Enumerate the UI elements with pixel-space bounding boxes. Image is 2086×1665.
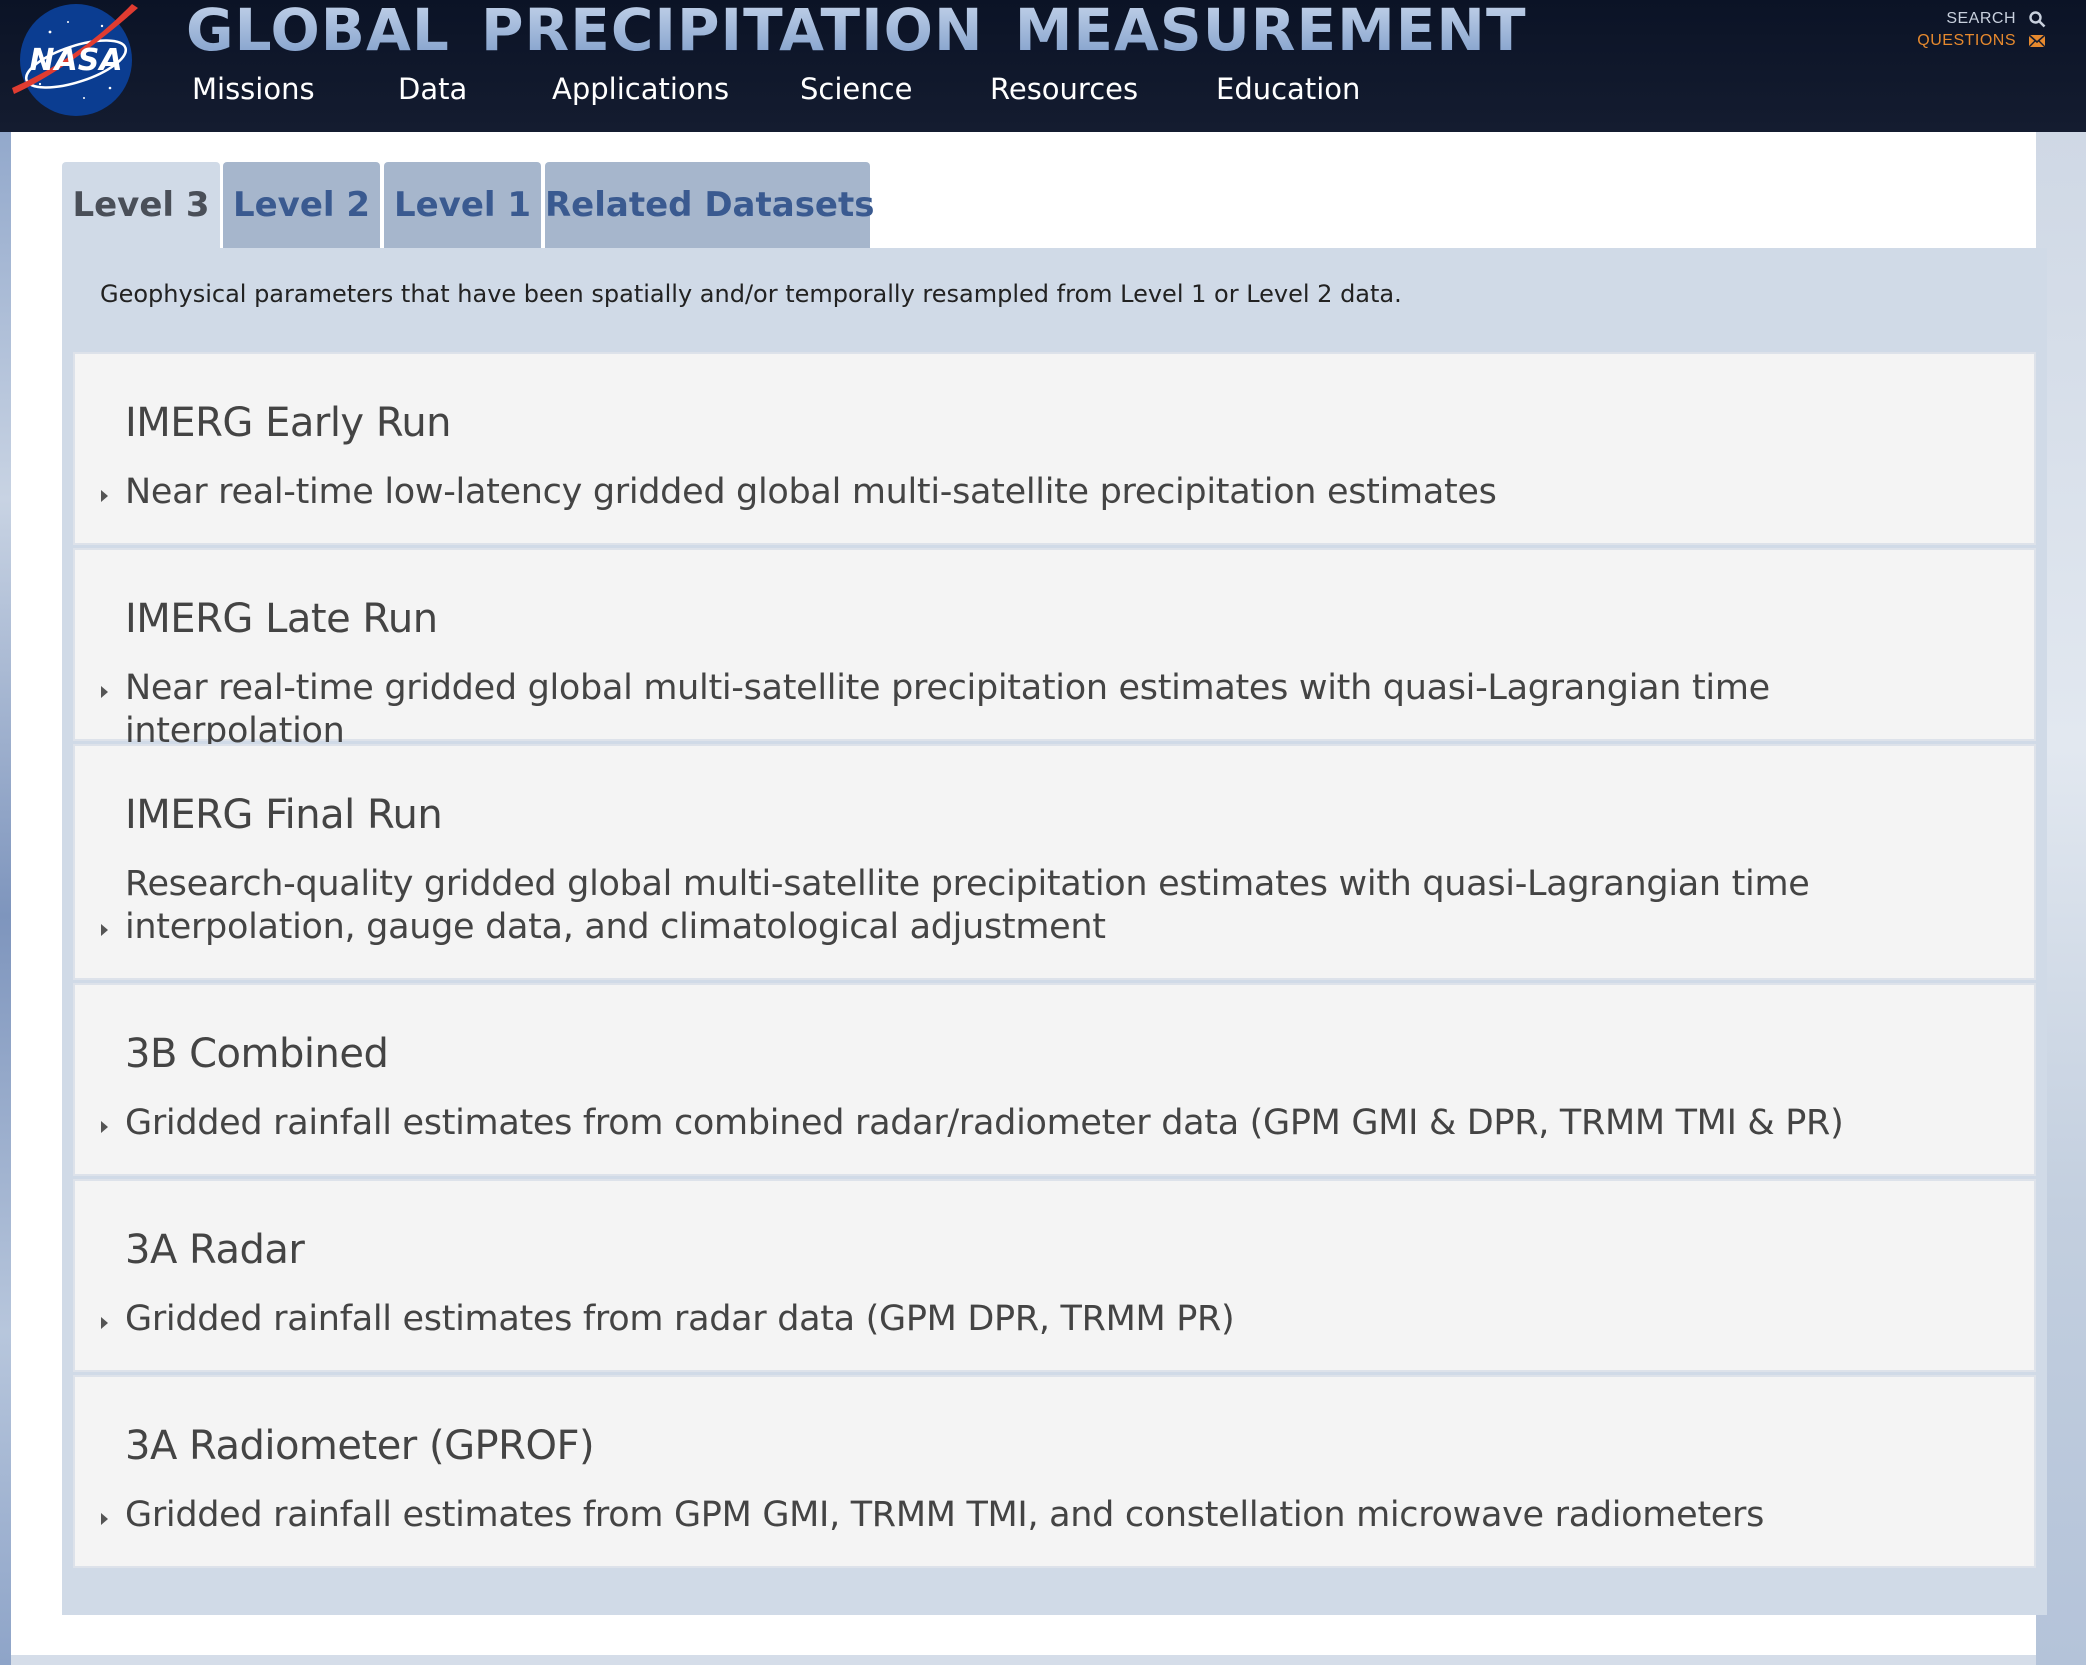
caret-right-icon — [101, 490, 108, 502]
dataset-title: IMERG Late Run — [125, 596, 438, 642]
caret-right-icon — [101, 1513, 108, 1525]
caret-right-icon — [101, 924, 108, 936]
site-header: NASA GLOBAL PRECIPITATION MEASUREMENT Mi… — [0, 0, 2086, 132]
dataset-title: 3A Radiometer (GPROF) — [125, 1423, 595, 1469]
tab-intro-text: Geophysical parameters that have been sp… — [100, 280, 1402, 308]
dataset-description: Gridded rainfall estimates from combined… — [125, 1103, 1844, 1143]
nav-education[interactable]: Education — [1216, 72, 1360, 106]
dataset-card-3a-radar[interactable]: 3A Radar Gridded rainfall estimates from… — [73, 1179, 2036, 1372]
dataset-card-imerg-final[interactable]: IMERG Final Run Research-quality gridded… — [73, 744, 2036, 980]
dataset-card-imerg-late[interactable]: IMERG Late Run Near real-time gridded gl… — [73, 548, 2036, 751]
search-label: SEARCH — [1946, 10, 2016, 27]
nav-science[interactable]: Science — [800, 72, 912, 106]
dataset-title: 3A Radar — [125, 1227, 305, 1273]
nav-resources[interactable]: Resources — [990, 72, 1138, 106]
caret-right-icon — [101, 1121, 108, 1133]
nav-missions[interactable]: Missions — [192, 72, 315, 106]
nasa-logo[interactable]: NASA — [10, 2, 140, 118]
nav-data[interactable]: Data — [398, 72, 467, 106]
dataset-description: Gridded rainfall estimates from radar da… — [125, 1299, 1235, 1339]
nasa-logo-text: NASA — [29, 43, 122, 78]
search-icon — [2029, 11, 2046, 28]
tab-level-1[interactable]: Level 1 — [384, 162, 541, 248]
dataset-card-imerg-early[interactable]: IMERG Early Run Near real-time low-laten… — [73, 352, 2036, 545]
dataset-title: 3B Combined — [125, 1031, 389, 1077]
dataset-description: Gridded rainfall estimates from GPM GMI,… — [125, 1495, 1765, 1535]
mail-icon — [2028, 34, 2046, 48]
dataset-description: Near real-time gridded global multi-sate… — [125, 668, 1770, 751]
tab-panel-level-3: Geophysical parameters that have been sp… — [62, 248, 2047, 1615]
dataset-description: Near real-time low-latency gridded globa… — [125, 472, 1497, 512]
caret-right-icon — [101, 1317, 108, 1329]
dataset-title: IMERG Final Run — [125, 792, 443, 838]
dataset-card-3b-combined[interactable]: 3B Combined Gridded rainfall estimates f… — [73, 983, 2036, 1176]
questions-link[interactable]: QUESTIONS — [1917, 30, 2046, 52]
dataset-description: Research-quality gridded global multi-sa… — [125, 864, 1810, 947]
utility-links: SEARCH QUESTIONS — [1917, 8, 2046, 52]
search-link[interactable]: SEARCH — [1917, 8, 2046, 30]
questions-label: QUESTIONS — [1917, 32, 2016, 49]
main-panel: Level 3 Level 2 Level 1 Related Datasets… — [11, 132, 2047, 1655]
dataset-card-3a-radiometer[interactable]: 3A Radiometer (GPROF) Gridded rainfall e… — [73, 1375, 2036, 1568]
tab-related-datasets[interactable]: Related Datasets — [545, 162, 874, 248]
site-title[interactable]: GLOBAL PRECIPITATION MEASUREMENT — [186, 0, 1527, 64]
tab-level-2[interactable]: Level 2 — [223, 162, 380, 248]
nav-applications[interactable]: Applications — [552, 72, 729, 106]
caret-right-icon — [101, 686, 108, 698]
dataset-title: IMERG Early Run — [125, 400, 452, 446]
background-left-edge — [0, 0, 11, 1665]
tab-level-3[interactable]: Level 3 — [62, 162, 220, 248]
